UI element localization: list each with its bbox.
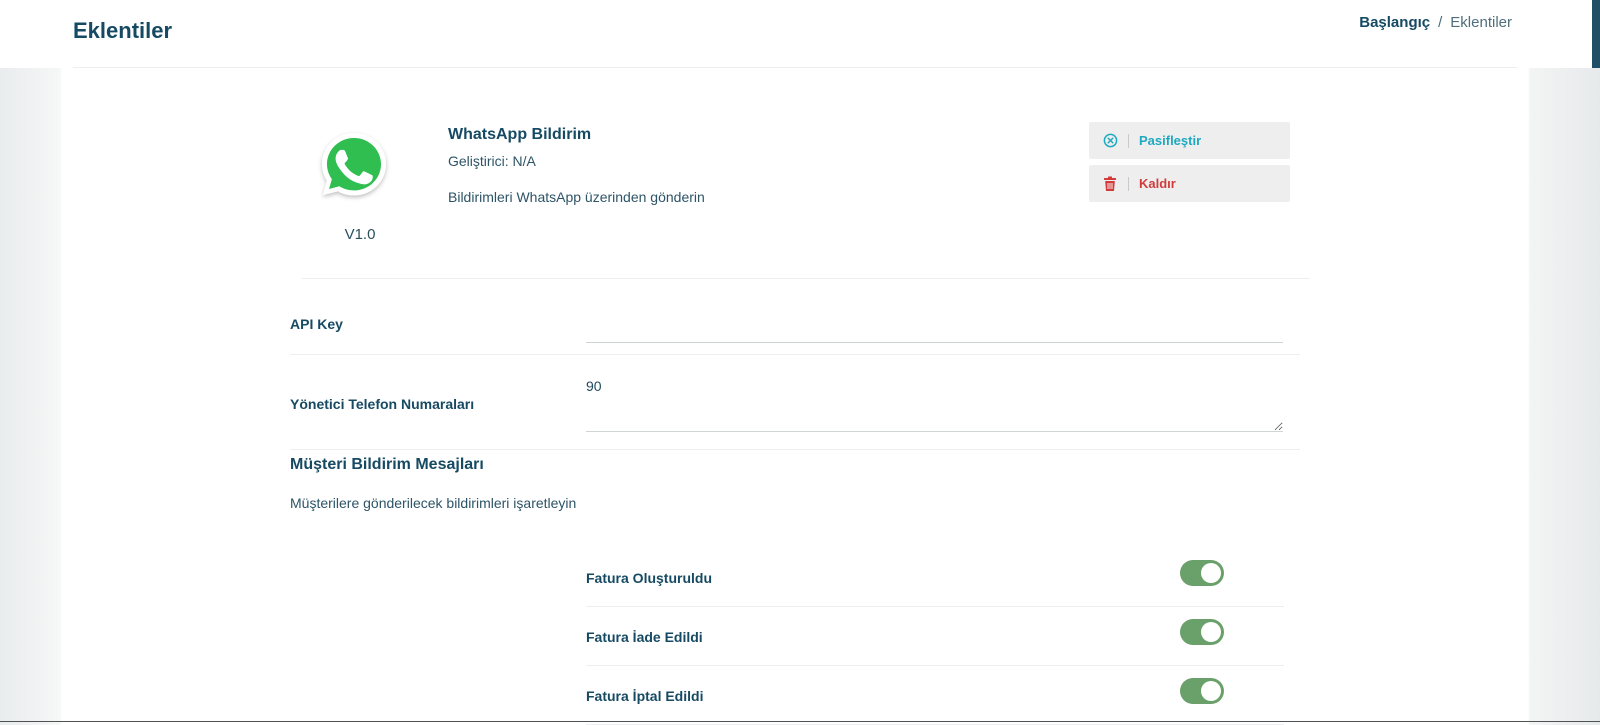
deactivate-button[interactable]: Pasifleştir: [1089, 122, 1290, 159]
button-separator: [1128, 176, 1129, 191]
plugin-version: V1.0: [344, 226, 376, 243]
notification-row-invoice-cancelled: Fatura İptal Edildi: [586, 666, 1284, 725]
customer-notifications-title: Müşteri Bildirim Mesajları: [290, 456, 484, 473]
toggle-knob: [1201, 622, 1221, 642]
notification-label: Fatura İade Edildi: [586, 629, 703, 645]
notification-label: Fatura İptal Edildi: [586, 688, 704, 704]
scrollbar-thumb[interactable]: [1592, 0, 1600, 68]
invoice-created-toggle[interactable]: [1180, 560, 1224, 586]
trash-icon: [1102, 176, 1118, 192]
notification-row-invoice-refunded: Fatura İade Edildi: [586, 607, 1284, 666]
plugin-header-divider: [302, 278, 1310, 279]
invoice-cancelled-toggle[interactable]: [1180, 678, 1224, 704]
breadcrumb-current: Eklentiler: [1450, 14, 1512, 31]
api-key-label: API Key: [290, 316, 343, 332]
whatsapp-logo-icon: [316, 127, 392, 203]
admin-phones-textarea[interactable]: 90: [586, 378, 1283, 432]
x-circle-icon: [1102, 133, 1118, 149]
remove-label: Kaldır: [1139, 176, 1176, 191]
api-key-input[interactable]: [586, 310, 1283, 343]
row-divider: [290, 449, 1300, 450]
breadcrumb-home-link[interactable]: Başlangıç: [1359, 14, 1430, 31]
breadcrumb-separator: /: [1438, 14, 1443, 31]
top-header: [0, 0, 1600, 68]
toggle-knob: [1201, 563, 1221, 583]
customer-notifications-description: Müşterilere gönderilecek bildirimleri iş…: [290, 495, 577, 511]
deactivate-label: Pasifleştir: [1139, 133, 1202, 148]
plugin-name: WhatsApp Bildirim: [448, 126, 592, 143]
notification-label: Fatura Oluşturuldu: [586, 570, 712, 586]
row-divider: [290, 354, 1300, 355]
notification-row-invoice-created: Fatura Oluşturuldu: [586, 548, 1284, 607]
remove-button[interactable]: Kaldır: [1089, 165, 1290, 202]
invoice-refunded-toggle[interactable]: [1180, 619, 1224, 645]
header-divider: [73, 67, 1517, 68]
plugin-description: Bildirimleri WhatsApp üzerinden gönderin: [448, 189, 705, 205]
breadcrumb: Başlangıç / Eklentiler: [1359, 14, 1512, 31]
admin-phones-label: Yönetici Telefon Numaraları: [290, 396, 475, 412]
toggle-knob: [1201, 681, 1221, 701]
plugin-developer: Geliştirici: N/A: [448, 153, 536, 169]
page-title: Eklentiler: [73, 18, 173, 43]
button-separator: [1128, 133, 1129, 148]
